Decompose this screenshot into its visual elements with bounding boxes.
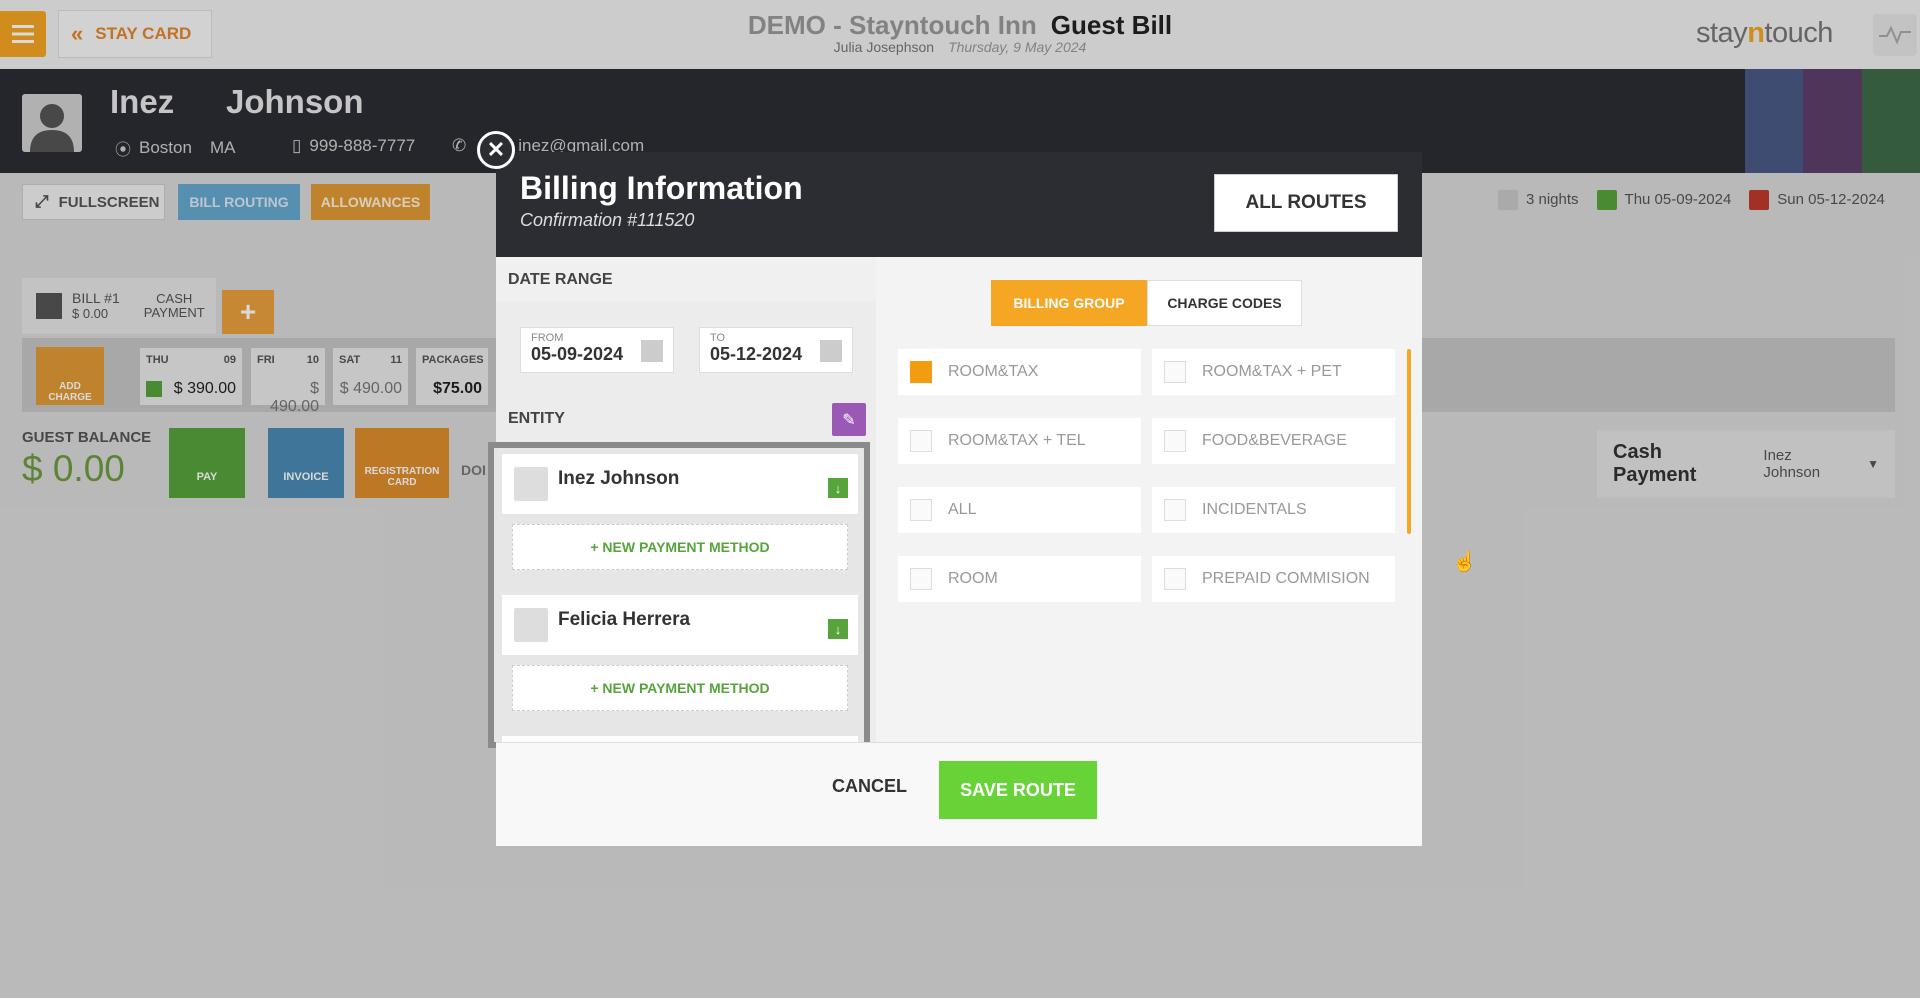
option-label: ROOM&TAX + TEL	[948, 432, 1086, 449]
tab-charge-codes[interactable]: CHARGE CODES	[1147, 280, 1302, 326]
new-payment-method-button[interactable]: + NEW PAYMENT METHOD	[512, 524, 848, 570]
billing-group-option[interactable]: ROOM&TAX + TEL	[898, 418, 1141, 464]
billing-group-option[interactable]: ROOM	[898, 556, 1141, 602]
calendar-icon[interactable]	[641, 340, 663, 362]
checkbox[interactable]	[1164, 499, 1186, 521]
from-date-field[interactable]: FROM 05-09-2024	[520, 327, 674, 373]
to-date-field[interactable]: TO 05-12-2024	[699, 327, 853, 373]
new-payment-method-button[interactable]: + NEW PAYMENT METHOD	[512, 665, 848, 711]
download-icon[interactable]: ↓	[828, 619, 848, 639]
edit-entity-button[interactable]: ✎	[832, 403, 866, 436]
option-label: ROOM	[948, 570, 998, 587]
checkbox[interactable]	[1164, 430, 1186, 452]
date-range-label: DATE RANGE	[508, 271, 613, 288]
cancel-button[interactable]: CANCEL	[832, 776, 907, 797]
billing-group-option[interactable]: ROOM&TAX	[898, 349, 1141, 395]
checkbox[interactable]	[1164, 568, 1186, 590]
option-label: INCIDENTALS	[1202, 501, 1307, 518]
entity-item[interactable]: Felicia Herrera ↓	[502, 595, 858, 655]
calendar-icon[interactable]	[820, 340, 842, 362]
checkbox[interactable]	[910, 568, 932, 590]
billing-group-option[interactable]: INCIDENTALS	[1152, 487, 1395, 533]
avatar-icon	[514, 608, 548, 642]
close-icon: ✕	[486, 137, 506, 162]
checkbox[interactable]	[910, 499, 932, 521]
all-routes-button[interactable]: ALL ROUTES	[1214, 174, 1398, 232]
pencil-icon: ✎	[842, 411, 856, 429]
billing-group-option[interactable]: ALL	[898, 487, 1141, 533]
cursor-hand-icon: ☝	[1452, 551, 1477, 573]
checkbox[interactable]	[910, 361, 932, 383]
right-pane: BILLING GROUP CHARGE CODES ROOM&TAX ROOM…	[878, 257, 1477, 742]
option-label: FOOD&BEVERAGE	[1202, 432, 1347, 449]
option-label: PREPAID COMMISION	[1202, 570, 1370, 587]
tab-billing-group[interactable]: BILLING GROUP	[991, 280, 1147, 326]
billing-information-modal: Billing Information Confirmation #111520…	[488, 152, 1477, 846]
billing-group-option[interactable]: FOOD&BEVERAGE	[1152, 418, 1395, 464]
checkbox[interactable]	[910, 430, 932, 452]
download-icon[interactable]: ↓	[828, 478, 848, 498]
option-label: ROOM&TAX	[948, 363, 1039, 380]
option-label: ALL	[948, 501, 977, 518]
modal-footer: CANCEL SAVE ROUTE	[496, 742, 1422, 846]
entity-label: ENTITY	[508, 410, 565, 427]
scrollbar[interactable]	[1407, 349, 1411, 534]
checkbox[interactable]	[1164, 361, 1186, 383]
left-pane: DATE RANGE FROM 05-09-2024 TO 05-12-2024…	[488, 257, 876, 748]
entity-name: Inez Johnson	[558, 468, 680, 489]
billing-group-option[interactable]: PREPAID COMMISION	[1152, 556, 1395, 602]
modal-header: Billing Information Confirmation #111520…	[496, 152, 1422, 257]
entity-name: Felicia Herrera	[558, 609, 691, 630]
entity-item[interactable]: Inez Johnson ↓	[502, 454, 858, 514]
entity-list: Inez Johnson ↓ + NEW PAYMENT METHOD Feli…	[488, 442, 870, 748]
billing-group-option[interactable]: ROOM&TAX + PET	[1152, 349, 1395, 395]
avatar-icon	[514, 467, 548, 501]
close-button[interactable]: ✕	[477, 131, 515, 169]
modal-title: Billing Information	[520, 170, 803, 206]
confirmation-number: Confirmation #111520	[520, 210, 695, 230]
save-route-button[interactable]: SAVE ROUTE	[939, 761, 1097, 819]
option-label: ROOM&TAX + PET	[1202, 363, 1342, 380]
